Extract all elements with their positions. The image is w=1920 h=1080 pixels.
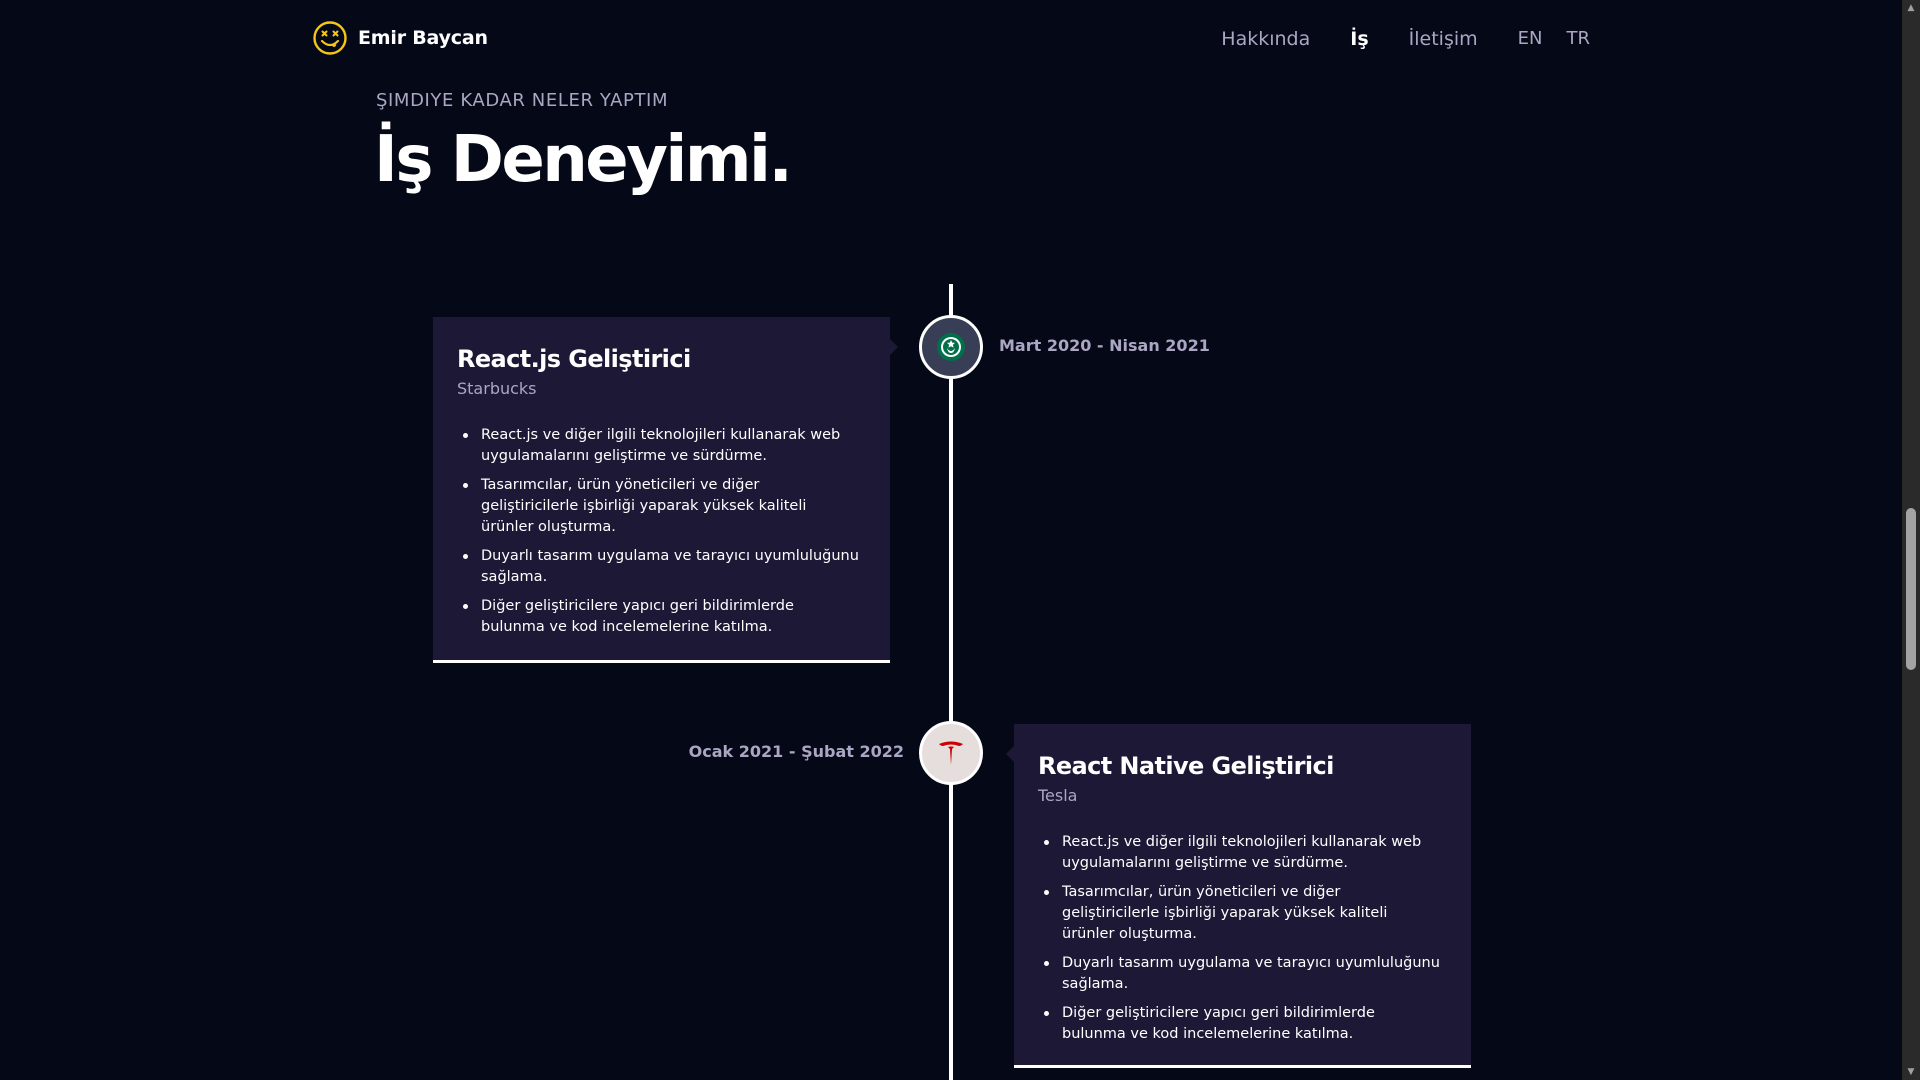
experience-card-tesla: React Native Geliştirici Tesla React.js … (1006, 724, 1471, 1068)
card-arrow (1006, 746, 1014, 762)
experience-points: React.js ve diğer ilgili teknolojileri k… (1038, 832, 1447, 1045)
experience-point: Diğer geliştiricilere yapıcı geri bildir… (1044, 1003, 1447, 1045)
experience-date: Mart 2020 - Nisan 2021 (999, 336, 1210, 355)
experience-title: React.js Geliştirici (457, 345, 691, 373)
timeline-icon-tesla (919, 721, 983, 785)
scroll-down-arrow-icon[interactable]: ▼ (1902, 1064, 1920, 1080)
experience-point: Tasarımcılar, ürün yöneticileri ve diğer… (463, 475, 866, 538)
timeline-icon-starbucks (919, 315, 983, 379)
nav-link-work[interactable]: İş (1350, 26, 1368, 52)
experience-date: Ocak 2021 - Şubat 2022 (688, 742, 904, 761)
page-scrollbar[interactable]: ▲ ▼ (1902, 0, 1920, 1080)
experience-card-starbucks: React.js Geliştirici Starbucks React.js … (433, 317, 898, 663)
experience-point: Diğer geliştiricilere yapıcı geri bildir… (463, 596, 866, 638)
navbar: Emir Baycan Hakkında İş İletişim EN TR (0, 0, 1902, 78)
experience-company: Tesla (1038, 786, 1078, 805)
experience-point: Duyarlı tasarım uygulama ve tarayıcı uyu… (463, 546, 866, 588)
experience-title: React Native Geliştirici (1038, 752, 1334, 780)
scrollbar-thumb[interactable] (1906, 508, 1916, 670)
tesla-logo-icon (939, 741, 963, 765)
section-title: İş Deneyimi. (374, 123, 793, 197)
lang-en-button[interactable]: EN (1518, 26, 1543, 52)
brand-link[interactable]: Emir Baycan (312, 20, 488, 56)
nav-link-contact[interactable]: İletişim (1409, 26, 1478, 52)
card-arrow (890, 339, 898, 355)
timeline-line (949, 284, 953, 1080)
smiley-face-icon (313, 21, 347, 55)
lang-tr-button[interactable]: TR (1566, 26, 1590, 52)
brand-name: Emir Baycan (358, 27, 488, 49)
nav-links: Hakkında İş İletişim EN TR (1181, 26, 1590, 52)
nav-link-about[interactable]: Hakkında (1221, 26, 1310, 52)
section-subtitle: ŞIMDIYE KADAR NELER YAPTIM (376, 90, 669, 111)
experience-point: React.js ve diğer ilgili teknolojileri k… (1044, 832, 1447, 874)
experience-points: React.js ve diğer ilgili teknolojileri k… (457, 425, 866, 638)
scroll-up-arrow-icon[interactable]: ▲ (1902, 0, 1920, 16)
experience-point: Duyarlı tasarım uygulama ve tarayıcı uyu… (1044, 953, 1447, 995)
starbucks-logo-icon (937, 333, 965, 361)
experience-point: Tasarımcılar, ürün yöneticileri ve diğer… (1044, 882, 1447, 945)
experience-company: Starbucks (457, 379, 537, 398)
experience-point: React.js ve diğer ilgili teknolojileri k… (463, 425, 866, 467)
